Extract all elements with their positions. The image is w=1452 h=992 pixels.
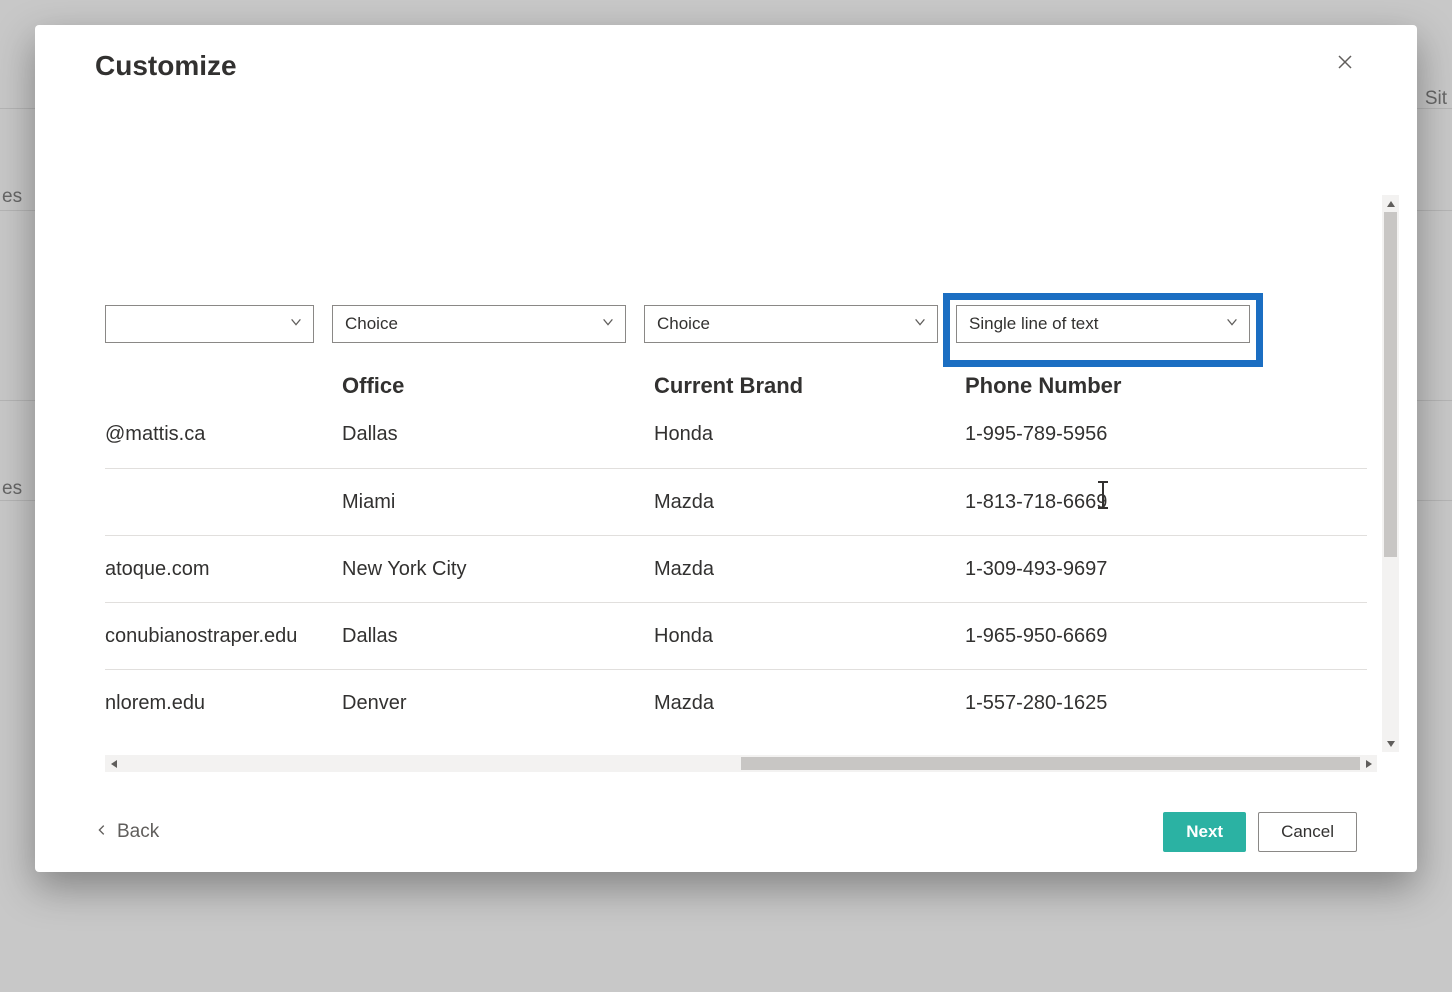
data-table: @mattis.ca Dallas Honda 1-995-789-5956 M… <box>105 401 1367 736</box>
table-row: nlorem.edu Denver Mazda 1-557-280-1625 <box>105 669 1367 736</box>
cell-office: Miami <box>342 469 622 536</box>
table-row: @mattis.ca Dallas Honda 1-995-789-5956 <box>105 401 1367 468</box>
select-value: Choice <box>657 314 710 334</box>
close-button[interactable] <box>1333 50 1357 79</box>
cell-brand: Honda <box>654 401 934 468</box>
column-type-selectors-row: Choice Choice Single line of text <box>35 305 1417 345</box>
cancel-button[interactable]: Cancel <box>1258 812 1357 852</box>
cell-office: Dallas <box>342 401 622 468</box>
cell-brand: Mazda <box>654 670 934 737</box>
cell-email: nlorem.edu <box>105 670 325 737</box>
cell-phone: 1-995-789-5956 <box>965 401 1245 468</box>
cell-office: Denver <box>342 670 622 737</box>
back-button[interactable]: Back <box>95 821 159 843</box>
table-header-office: Office <box>342 345 626 399</box>
table-row: conubianostraper.edu Dallas Honda 1-965-… <box>105 602 1367 669</box>
customize-modal: Customize Choice <box>35 25 1417 872</box>
bg-partial-text-right: Sit <box>1425 88 1447 110</box>
select-value: Single line of text <box>969 314 1098 334</box>
cell-email: conubianostraper.edu <box>105 603 325 670</box>
scrollbar-thumb[interactable] <box>741 757 1360 770</box>
table-header-brand: Current Brand <box>654 345 938 399</box>
modal-header: Customize <box>35 25 1417 105</box>
column-type-select-3[interactable]: Choice <box>644 305 938 343</box>
scroll-down-arrow-icon[interactable] <box>1382 735 1399 752</box>
modal-body: Choice Choice Single line of text <box>35 105 1417 792</box>
vertical-scrollbar[interactable] <box>1382 195 1399 752</box>
bg-partial-text-left-2: es <box>2 478 22 500</box>
scroll-right-arrow-icon[interactable] <box>1360 755 1377 772</box>
cell-brand: Mazda <box>654 536 934 603</box>
chevron-down-icon <box>913 314 927 334</box>
cell-phone: 1-309-493-9697 <box>965 536 1245 603</box>
scrollbar-thumb[interactable] <box>1384 212 1397 557</box>
scroll-left-arrow-icon[interactable] <box>105 755 122 772</box>
column-type-select-2[interactable]: Choice <box>332 305 626 343</box>
select-value: Choice <box>345 314 398 334</box>
cell-brand: Honda <box>654 603 934 670</box>
cell-email <box>105 469 325 536</box>
cell-email: @mattis.ca <box>105 401 325 468</box>
bg-partial-text-left-1: es <box>2 186 22 208</box>
cell-office: Dallas <box>342 603 622 670</box>
column-type-select-4[interactable]: Single line of text <box>956 305 1250 343</box>
chevron-down-icon <box>289 314 303 334</box>
chevron-left-icon <box>95 821 109 843</box>
modal-title: Customize <box>95 50 237 82</box>
cell-phone: 1-813-718-6669 <box>965 469 1245 536</box>
table-header-email <box>105 345 314 373</box>
footer-buttons: Next Cancel <box>1163 812 1357 852</box>
cell-brand: Mazda <box>654 469 934 536</box>
table-header-phone: Phone Number <box>965 345 1249 399</box>
next-button[interactable]: Next <box>1163 812 1246 852</box>
cell-phone: 1-557-280-1625 <box>965 670 1245 737</box>
modal-footer: Back Next Cancel <box>35 792 1417 872</box>
scroll-up-arrow-icon[interactable] <box>1382 195 1399 212</box>
cell-office: New York City <box>342 536 622 603</box>
table-row: Miami Mazda 1-813-718-6669 <box>105 468 1367 535</box>
horizontal-scrollbar[interactable] <box>105 755 1377 772</box>
chevron-down-icon <box>601 314 615 334</box>
table-row: atoque.com New York City Mazda 1-309-493… <box>105 535 1367 602</box>
chevron-down-icon <box>1225 314 1239 334</box>
back-label: Back <box>117 821 159 843</box>
table-headers-row: Office Current Brand Phone Number <box>35 345 1417 397</box>
column-type-select-1[interactable] <box>105 305 314 343</box>
close-icon <box>1337 54 1353 74</box>
cell-phone: 1-965-950-6669 <box>965 603 1245 670</box>
cell-email: atoque.com <box>105 536 325 603</box>
